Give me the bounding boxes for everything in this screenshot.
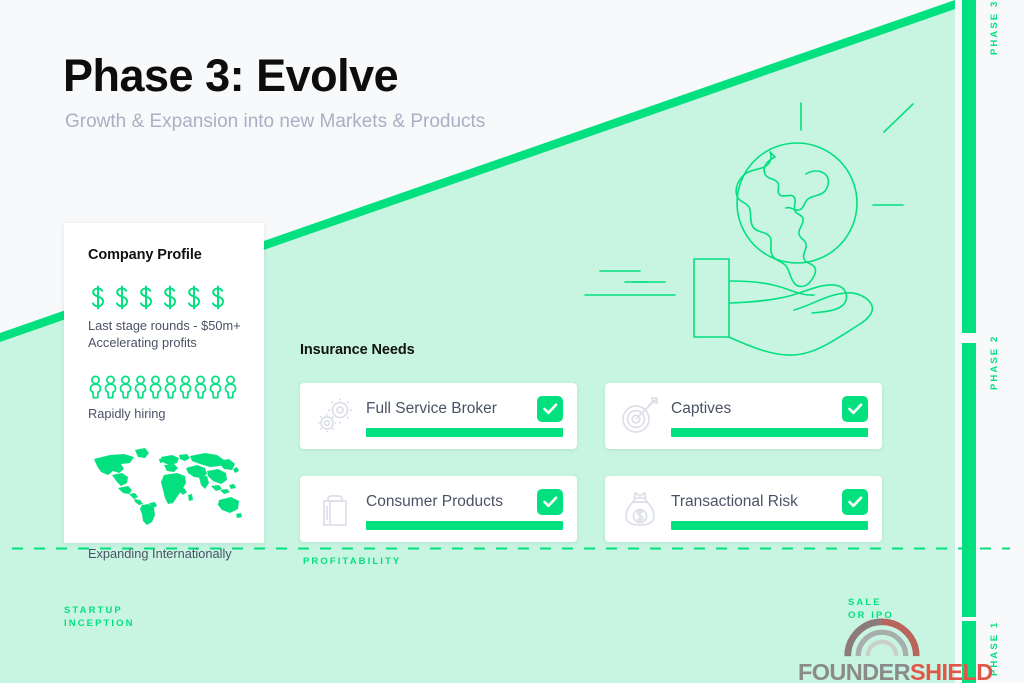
insurance-card-toprow: Transactional Risk xyxy=(671,488,868,515)
international-stat-text: Expanding Internationally xyxy=(88,546,232,562)
insurance-progress-bar xyxy=(366,427,563,437)
insurance-card-full-service-broker[interactable]: Full Service Broker xyxy=(300,383,577,449)
person-icon xyxy=(209,375,222,399)
logo-wordmark: FOUNDERSHIELD xyxy=(798,659,993,683)
axis-label-sale-line1: SALE xyxy=(848,597,882,608)
funding-icon-row xyxy=(88,285,264,311)
insurance-card-body: Transactional Risk xyxy=(671,488,868,530)
insurance-card-label: Transactional Risk xyxy=(671,492,798,510)
person-icon xyxy=(194,375,207,399)
page-title: Phase 3: Evolve xyxy=(63,50,399,101)
gears-icon xyxy=(314,395,356,437)
money-bag-icon xyxy=(619,488,661,530)
funding-stat-text: Last stage rounds - $50m+ Accelerating p… xyxy=(88,317,264,351)
person-icon xyxy=(119,375,132,399)
dollar-sign-icon xyxy=(211,285,225,310)
checkbox-checked-icon[interactable] xyxy=(842,395,868,422)
phase-label-3: PHASE 3 xyxy=(989,0,1000,55)
axis-label-startup-line1: STARTUP xyxy=(64,605,123,616)
insurance-needs-heading: Insurance Needs xyxy=(300,342,415,358)
axis-label-startup-inception: STARTUP INCEPTION xyxy=(64,605,135,631)
insurance-card-captives[interactable]: Captives xyxy=(605,383,882,449)
page-subtitle: Growth & Expansion into new Markets & Pr… xyxy=(65,111,486,133)
funding-stat-line2: Accelerating profits xyxy=(88,335,197,351)
insurance-progress-bar xyxy=(671,520,868,530)
axis-label-startup-line2: INCEPTION xyxy=(64,617,135,629)
person-icon xyxy=(89,375,102,399)
founder-shield-logo: FOUNDERSHIELD xyxy=(798,618,993,683)
axis-label-profitability: PROFITABILITY xyxy=(303,556,402,567)
insurance-card-body: Full Service Broker xyxy=(366,395,563,437)
insurance-needs-grid: Full Service Broker Captives Consumer Pr… xyxy=(300,383,882,542)
person-icon xyxy=(149,375,162,399)
dollar-sign-icon xyxy=(187,285,201,310)
dollar-sign-icon xyxy=(91,285,105,310)
hiring-stat-text: Rapidly hiring xyxy=(88,406,166,422)
insurance-card-toprow: Consumer Products xyxy=(366,488,563,515)
slide-canvas: Phase 3: Evolve Growth & Expansion into … xyxy=(0,0,1024,683)
person-icon xyxy=(104,375,117,399)
world-map-icon xyxy=(86,444,246,528)
dollar-sign-icon xyxy=(139,285,153,310)
insurance-card-toprow: Captives xyxy=(671,395,868,422)
checkbox-checked-icon[interactable] xyxy=(537,488,563,515)
insurance-card-body: Captives xyxy=(671,395,868,437)
dollar-sign-icon xyxy=(115,285,129,310)
insurance-progress-bar xyxy=(366,520,563,530)
insurance-card-transactional-risk[interactable]: Transactional Risk xyxy=(605,476,882,542)
person-icon xyxy=(179,375,192,399)
dollar-sign-icon xyxy=(163,285,177,310)
phase-bar-3 xyxy=(962,0,976,333)
company-profile-card: Company Profile Last stage rounds - $50m… xyxy=(64,223,264,561)
person-icon xyxy=(224,375,237,399)
target-arrow-icon xyxy=(619,395,661,437)
insurance-card-label: Full Service Broker xyxy=(366,399,497,417)
insurance-card-body: Consumer Products xyxy=(366,488,563,530)
slide-header: Phase 3: Evolve Growth & Expansion into … xyxy=(63,52,485,133)
shopping-bag-icon xyxy=(314,488,356,530)
phase-bar-2 xyxy=(962,343,976,617)
insurance-card-label: Captives xyxy=(671,399,732,417)
funding-stat-line1: Last stage rounds - $50m+ xyxy=(88,318,241,333)
person-icon xyxy=(164,375,177,399)
logo-word-shield: SHIELD xyxy=(910,659,993,683)
insurance-progress-bar xyxy=(671,427,868,437)
person-icon xyxy=(134,375,147,399)
shield-arc-icon xyxy=(844,618,920,657)
checkbox-checked-icon[interactable] xyxy=(537,395,563,422)
logo-word-founder: FOUNDER xyxy=(798,659,911,683)
insurance-card-toprow: Full Service Broker xyxy=(366,395,563,422)
insurance-card-consumer-products[interactable]: Consumer Products xyxy=(300,476,577,542)
insurance-card-label: Consumer Products xyxy=(366,492,503,510)
hiring-icon-row xyxy=(88,375,264,399)
company-profile-heading: Company Profile xyxy=(88,247,202,263)
checkbox-checked-icon[interactable] xyxy=(842,488,868,515)
phase-label-2: PHASE 2 xyxy=(989,334,1000,390)
